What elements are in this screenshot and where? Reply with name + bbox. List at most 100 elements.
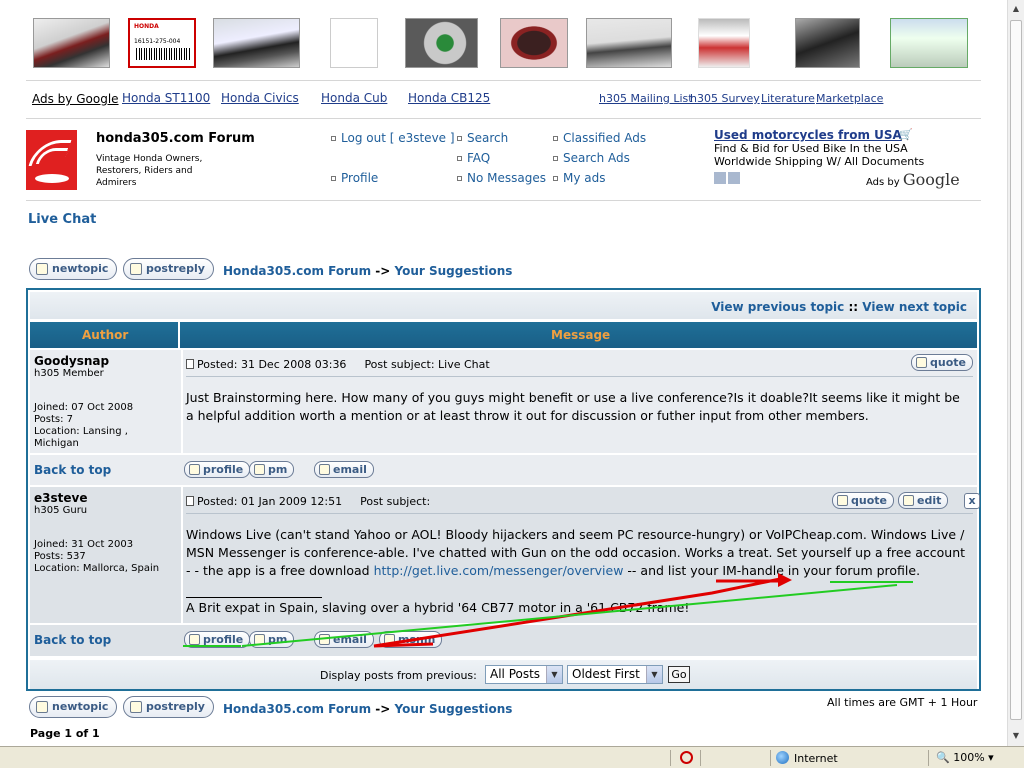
ads-by-google-label[interactable]: Ads by Google (32, 92, 119, 106)
scroll-thumb[interactable] (1010, 20, 1022, 720)
ads-by-google-badge[interactable]: Ads by Google (866, 170, 960, 189)
photo-strip: HONDA 16151-275-004 (30, 18, 975, 70)
prev-ad-icon[interactable] (714, 172, 726, 184)
go-button[interactable]: Go (668, 666, 690, 683)
faq-link[interactable]: FAQ (457, 151, 490, 165)
google-wordmark: Google (902, 170, 960, 189)
back-to-top-link[interactable]: Back to top (34, 633, 111, 647)
security-zone[interactable]: Internet (776, 751, 838, 765)
email-button-label: email (333, 463, 367, 476)
part-tag-number: 16151-275-004 (134, 38, 181, 45)
messenger-link[interactable]: http://get.live.com/messenger/overview (374, 563, 624, 578)
classified-label: Classified Ads (563, 131, 647, 145)
ads-by-label: Ads by (866, 177, 900, 188)
blocked-icon[interactable] (680, 751, 693, 764)
topic-title[interactable]: Live Chat (28, 212, 96, 227)
marketplace-link[interactable]: Marketplace (816, 92, 883, 105)
quote-button[interactable]: quote (911, 354, 973, 371)
profile-icon (189, 634, 200, 645)
engine-sketch-photo[interactable] (330, 18, 378, 68)
pm-button-label: pm (268, 633, 288, 646)
breadcrumb-forum-link[interactable]: Honda305.com Forum (223, 264, 371, 278)
my-ads-link[interactable]: My ads (553, 171, 606, 185)
breadcrumb-section-link[interactable]: Your Suggestions (395, 264, 513, 278)
breadcrumb-separator: -> (375, 702, 391, 716)
zone-label: Internet (794, 752, 838, 765)
new-topic-icon (36, 263, 48, 275)
post-actions-row: Back to top profile pm email (30, 455, 977, 485)
survey-link[interactable]: h305 Survey (690, 92, 760, 105)
engine-cover-photo[interactable] (405, 18, 478, 68)
next-ad-icon[interactable] (728, 172, 740, 184)
part-tag-photo[interactable]: HONDA 16151-275-004 (128, 18, 196, 68)
profile-button-label: profile (203, 463, 244, 476)
red-motorcycle-photo[interactable] (33, 18, 110, 68)
vertical-scrollbar[interactable]: ▲ ▼ (1007, 0, 1024, 746)
post-divider (186, 513, 973, 514)
vintage-racer-photo[interactable] (795, 18, 860, 68)
previous-topic-link[interactable]: View previous topic (711, 300, 844, 314)
bullet-icon (331, 136, 336, 141)
email-button[interactable]: email (314, 631, 374, 648)
ad-link-civics[interactable]: Honda Civics (221, 91, 299, 105)
search-ads-link[interactable]: Search Ads (553, 151, 630, 165)
mailing-list-link[interactable]: h305 Mailing List (599, 92, 693, 105)
zoom-control[interactable]: 🔍 100% ▾ (936, 751, 994, 764)
classified-ads-link[interactable]: Classified Ads (553, 131, 646, 145)
email-button[interactable]: email (314, 461, 374, 478)
literature-link[interactable]: Literature (761, 92, 815, 105)
post-reply-button[interactable]: postreply (123, 258, 214, 280)
breadcrumb-separator: -> (375, 264, 391, 278)
new-topic-button[interactable]: newtopic (29, 258, 118, 280)
profile-link[interactable]: Profile (331, 171, 378, 185)
profile-button[interactable]: profile (184, 461, 251, 478)
quote-label: quote (930, 356, 966, 369)
ad-link-st1100[interactable]: Honda ST1100 (122, 91, 210, 105)
site-description: Vintage Honda Owners, Restorers, Riders … (96, 154, 203, 188)
ad-nav-arrows[interactable] (714, 172, 742, 187)
globe-icon (776, 751, 789, 764)
speedometer-photo[interactable] (500, 18, 568, 68)
search-link[interactable]: Search (457, 131, 508, 145)
ad-link-cb125[interactable]: Honda CB125 (408, 91, 490, 105)
post-reply-icon (130, 701, 142, 713)
site-title: honda305.com Forum (96, 131, 255, 146)
post-reply-button[interactable]: postreply (123, 696, 214, 718)
pm-button[interactable]: pm (249, 631, 295, 648)
black-motorcycle-photo[interactable] (213, 18, 300, 68)
sort-order-select[interactable]: Oldest First ▼ (567, 665, 663, 684)
edit-button[interactable]: edit (898, 492, 949, 509)
browser-status-bar: Internet 🔍 100% ▾ (0, 746, 1024, 768)
posts-range-select[interactable]: All Posts ▼ (485, 665, 563, 684)
quote-button[interactable]: quote (832, 492, 894, 509)
topic-table: View previous topic :: View next topic A… (26, 288, 981, 691)
back-to-top-link[interactable]: Back to top (34, 463, 111, 477)
chevron-down-icon: ▼ (646, 666, 662, 683)
profile-icon (189, 464, 200, 475)
post-reply-label: postreply (146, 262, 205, 275)
breadcrumb-section-link[interactable]: Your Suggestions (395, 702, 513, 716)
author-joined: Joined: 07 Oct 2008 (34, 402, 134, 413)
msnm-button-label: msnm (398, 633, 436, 646)
service-manual-photo[interactable] (890, 18, 968, 68)
part-tag-brand: HONDA (134, 23, 159, 30)
bullet-icon (457, 156, 462, 161)
scroll-up-icon[interactable]: ▲ (1010, 3, 1022, 15)
next-topic-link[interactable]: View next topic (862, 300, 967, 314)
profile-button[interactable]: profile (184, 631, 251, 648)
quote-label: quote (851, 494, 887, 507)
ad-link-cub[interactable]: Honda Cub (321, 91, 387, 105)
messages-link[interactable]: No Messages (457, 171, 546, 185)
messages-label: No Messages (467, 171, 546, 185)
logout-link[interactable]: Log out [ e3steve ] (331, 131, 455, 145)
breadcrumb-forum-link[interactable]: Honda305.com Forum (223, 702, 371, 716)
scroll-down-icon[interactable]: ▼ (1010, 730, 1022, 742)
pm-button[interactable]: pm (249, 461, 295, 478)
msnm-button[interactable]: msnm (379, 631, 443, 648)
ad-title-link[interactable]: Used motorcycles from USA (714, 128, 902, 142)
side-panels-photo[interactable] (698, 18, 750, 68)
honda-wing-logo[interactable] (26, 130, 77, 190)
new-topic-button[interactable]: newtopic (29, 696, 118, 718)
scrambler-photo[interactable] (586, 18, 672, 68)
delete-icon[interactable]: x (964, 493, 980, 509)
